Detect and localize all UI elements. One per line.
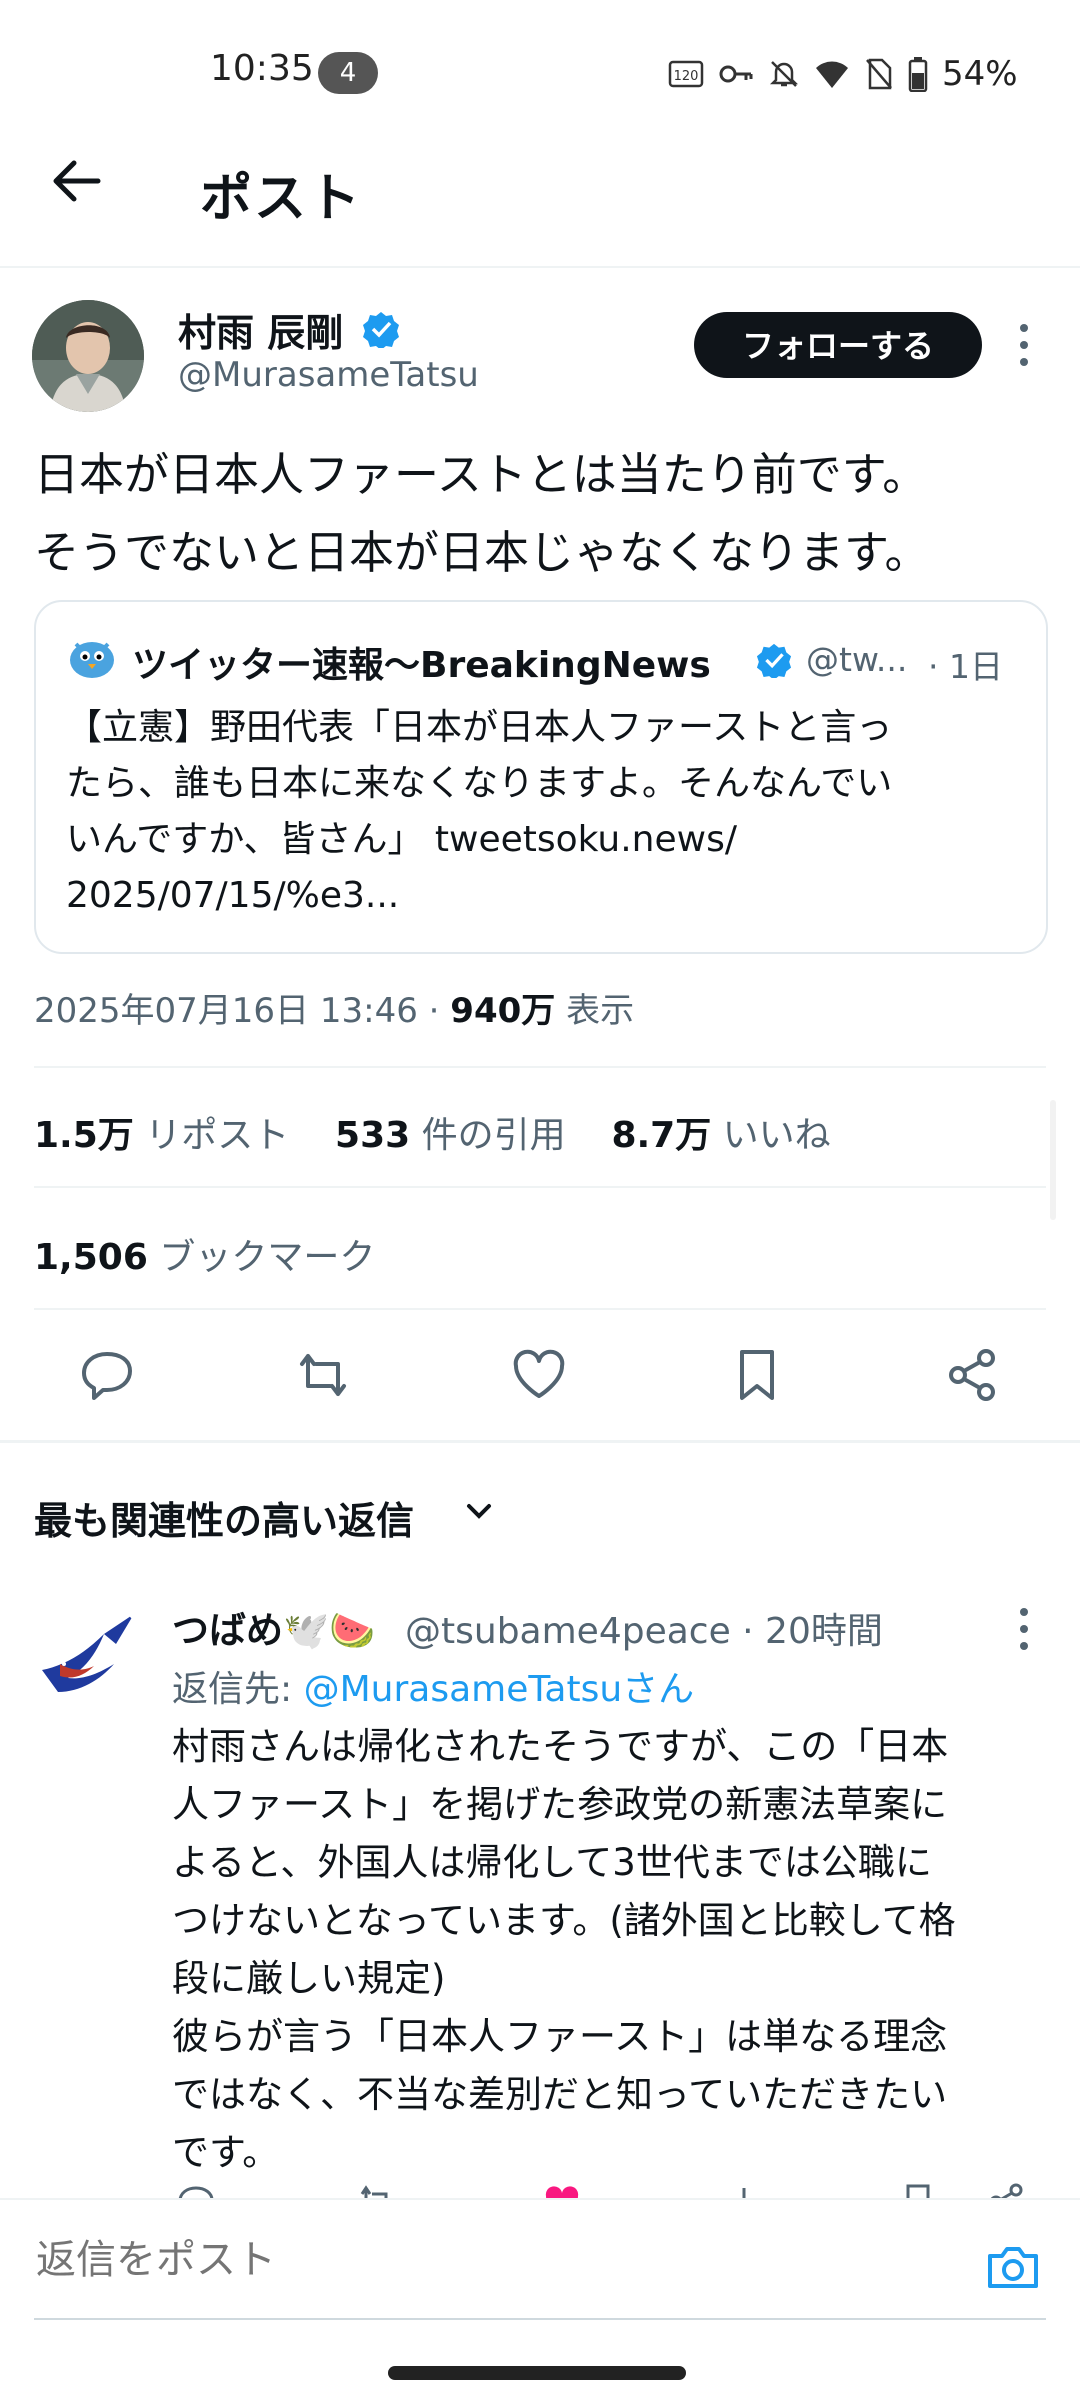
bookmark-icon[interactable]: [728, 1346, 786, 1404]
quoted-author-name: ツイッター速報〜BreakingNews: [132, 645, 711, 686]
quoted-post-time: · 1日: [928, 647, 1003, 686]
reply-text: 村雨さんは帰化されたそうですが、この「日本 人ファースト」を掲げた参政党の新憲法…: [172, 1718, 1052, 2182]
reply-text-line: 人ファースト」を掲げた参政党の新憲法草案に: [172, 1783, 948, 1826]
quoted-text-line: 2025/07/15/%e3...: [66, 875, 400, 916]
reply-text-line: 村雨さんは帰化されたそうですが、この「日本: [172, 1725, 949, 1768]
more-options-icon[interactable]: [1018, 322, 1030, 368]
verified-badge-icon: [363, 312, 399, 348]
quoted-text-line: 【立憲】野田代表「日本が日本人ファーストと言っ: [66, 707, 893, 748]
back-arrow-icon[interactable]: [46, 150, 108, 212]
views-count: 940万: [450, 991, 556, 1031]
reply-to-mention[interactable]: @MurasameTatsuさん: [304, 1669, 695, 1710]
quotes-count: 533: [335, 1115, 411, 1156]
reply-text-line: 彼らが言う「日本人ファースト」は単なる理念: [172, 2015, 948, 2058]
likes-count: 8.7万: [611, 1115, 712, 1156]
post-text-line: 日本が日本人ファーストとは当たり前です。: [34, 448, 928, 501]
reply-to-line: 返信先: @MurasameTatsuさん: [172, 1660, 694, 1712]
author-handle[interactable]: @MurasameTatsu: [178, 355, 479, 395]
battery-percent: 54%: [942, 54, 1018, 94]
likes-stat[interactable]: 8.7万 いいね: [611, 1115, 830, 1156]
compose-underline: [34, 2318, 1046, 2320]
svg-text:120: 120: [674, 69, 699, 84]
more-options-icon[interactable]: [1018, 1606, 1030, 1652]
quoted-text-line: たら、誰も日本に来なくなりますよ。そんなんでい: [66, 763, 893, 804]
avatar-image: [32, 300, 144, 412]
post-text-line: そうでないと日本が日本じゃなくなります。: [34, 526, 930, 579]
reply-author-handle[interactable]: @tsubame4peace · 20時間: [405, 1602, 883, 1654]
reply-compose-input[interactable]: [34, 2236, 938, 2284]
bookmarks-label: ブックマーク: [159, 1237, 376, 1278]
key-icon: [719, 65, 753, 83]
actions-divider: [0, 1440, 1080, 1443]
post-text: 日本が日本人ファーストとは当たり前です。 そうでないと日本が日本じゃなくなります…: [34, 436, 1054, 592]
reposts-count: 1.5万: [34, 1115, 134, 1156]
reply-text-line: つけないとなっています。(諸外国と比較して格: [172, 1899, 956, 1942]
like-icon[interactable]: [510, 1346, 568, 1404]
meta-divider: [34, 1066, 1046, 1068]
status-time: 10:35: [210, 48, 314, 89]
reposts-label: リポスト: [145, 1115, 290, 1156]
post-meta: 2025年07月16日 13:46 · 940万 表示: [34, 991, 635, 1031]
status-icons: 120 54%: [668, 52, 1018, 96]
bookmarks-stat: 1,506 ブックマーク: [34, 1228, 375, 1280]
author-avatar[interactable]: [32, 300, 144, 412]
engagement-stats: 1.5万 リポスト 533 件の引用 8.7万 いいね: [34, 1106, 831, 1158]
quotes-label: 件の引用: [421, 1115, 566, 1156]
share-icon[interactable]: [944, 1346, 1002, 1404]
bell-off-icon: [769, 61, 799, 87]
quoted-author-handle: @tw...: [806, 640, 908, 679]
bird-avatar-icon: [70, 642, 114, 678]
post-datetime[interactable]: 2025年07月16日 13:46: [34, 991, 418, 1031]
author-name[interactable]: 村雨 辰剛: [178, 302, 343, 357]
follow-button[interactable]: フォローする: [694, 312, 982, 378]
repost-icon[interactable]: [294, 1346, 352, 1404]
stats-divider: [34, 1186, 1046, 1188]
reposts-stat[interactable]: 1.5万 リポスト: [34, 1115, 289, 1156]
wifi-icon: [816, 61, 848, 88]
battery-icon: [908, 57, 928, 92]
120hz-icon: 120: [668, 60, 704, 88]
reply-text-line: 段に厳しい規定): [172, 1957, 446, 2000]
no-sim-icon: [866, 58, 892, 90]
likes-label: いいね: [722, 1115, 831, 1156]
header-divider: [0, 266, 1080, 268]
reply-author-name[interactable]: つばめ🕊️🍉: [172, 1600, 375, 1654]
reply-text-line: です。: [172, 2131, 280, 2174]
camera-icon[interactable]: [984, 2238, 1042, 2296]
notification-count-badge: 4: [318, 52, 378, 94]
page-title: ポスト: [200, 169, 363, 229]
swallow-avatar-icon: [34, 1600, 146, 1712]
reply-text-line: よると、外国人は帰化して3世代までは公職に: [172, 1841, 932, 1884]
reply-icon[interactable]: [78, 1346, 136, 1404]
reply-sort-dropdown[interactable]: 最も関連性の高い返信: [34, 1490, 414, 1545]
quoted-post-text: 【立憲】野田代表「日本が日本人ファーストと言っ たら、誰も日本に来なくなりますよ…: [66, 700, 1026, 924]
verified-badge-icon: [756, 643, 792, 678]
scroll-indicator[interactable]: [1050, 1100, 1056, 1220]
views-label: 表示: [566, 991, 635, 1031]
quotes-stat[interactable]: 533 件の引用: [335, 1115, 566, 1156]
quoted-text-line: いんですか、皆さん」 tweetsoku.news/: [66, 819, 737, 860]
chevron-down-icon[interactable]: [462, 1494, 496, 1528]
reply-avatar[interactable]: [34, 1600, 146, 1712]
home-indicator[interactable]: [388, 2366, 686, 2380]
reply-to-prefix: 返信先:: [172, 1669, 293, 1710]
reply-text-line: ではなく、不当な差別だと知っていただきたい: [172, 2073, 948, 2116]
bookmarks-count: 1,506: [34, 1237, 148, 1278]
bookmarks-divider: [34, 1308, 1046, 1310]
